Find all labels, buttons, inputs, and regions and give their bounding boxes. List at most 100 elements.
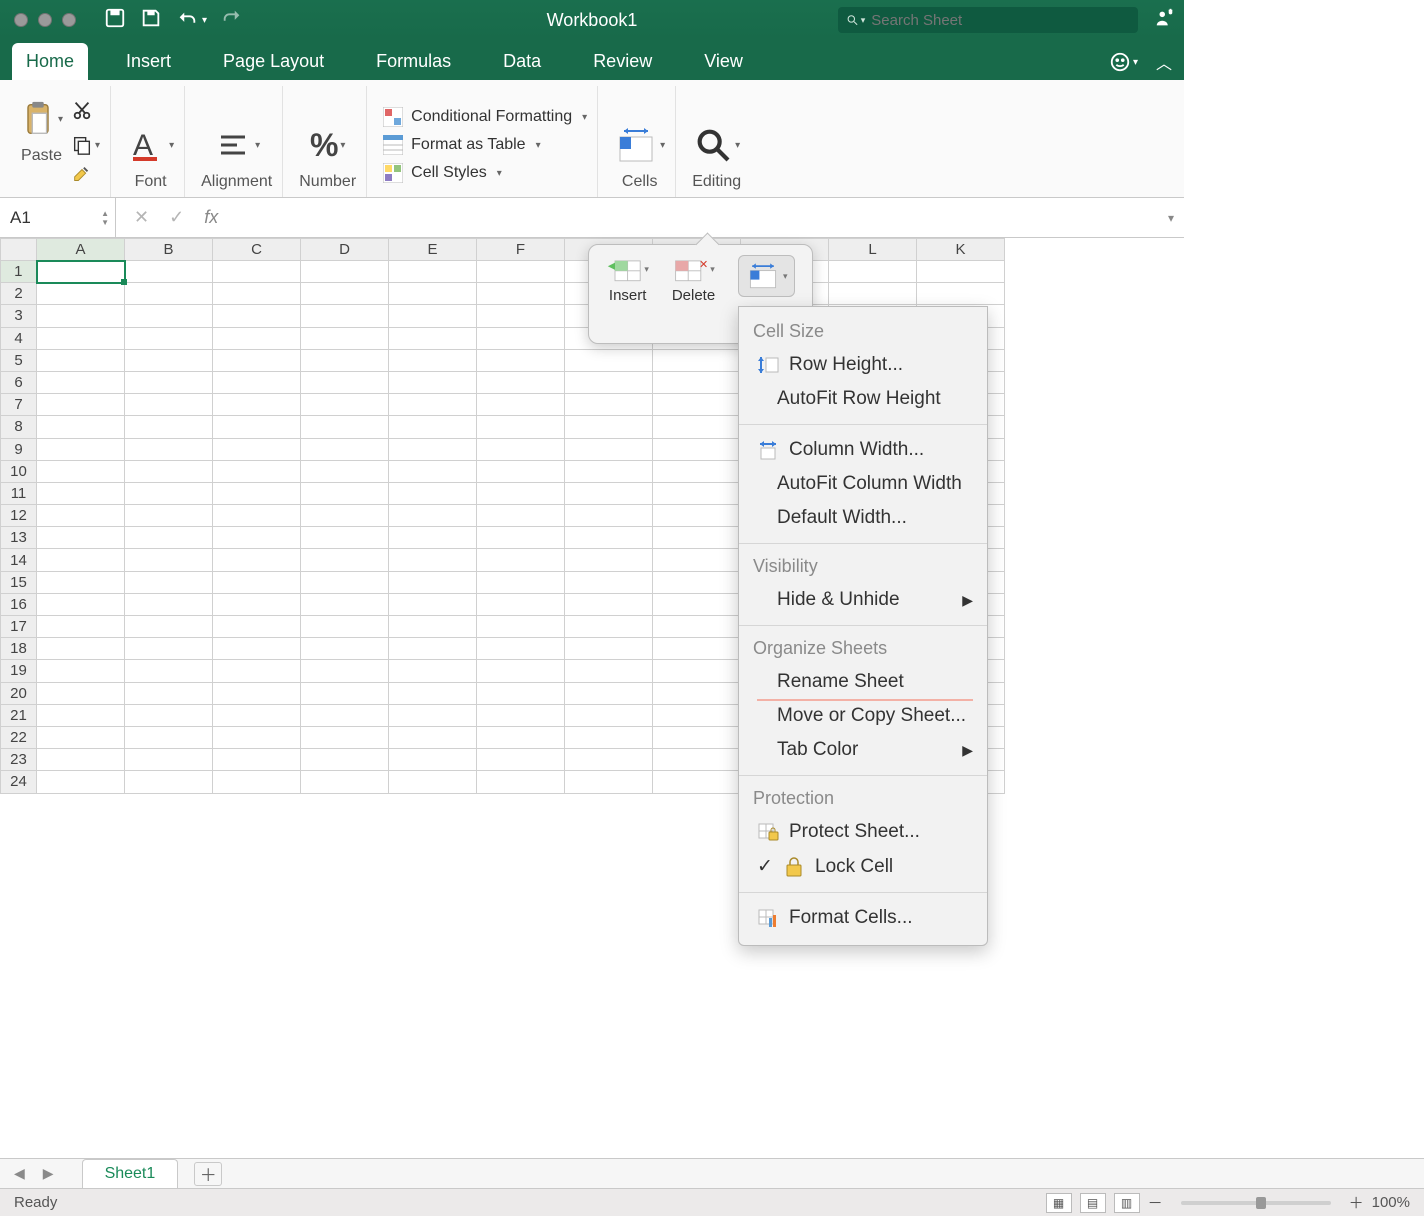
menu-default-width[interactable]: Default Width...	[739, 501, 987, 535]
cell[interactable]	[477, 261, 565, 283]
cell-styles-button[interactable]: Cell Styles▾	[383, 163, 587, 183]
delete-cells-button[interactable]: ✕▾ Delete	[672, 255, 715, 304]
cell[interactable]	[565, 749, 653, 771]
cell[interactable]	[213, 771, 301, 793]
cell[interactable]	[213, 460, 301, 482]
cell[interactable]	[125, 593, 213, 615]
cell[interactable]	[125, 482, 213, 504]
cell[interactable]	[125, 327, 213, 349]
cell[interactable]	[389, 416, 477, 438]
cell[interactable]	[125, 749, 213, 771]
zoom-out-button[interactable]: －	[1148, 1192, 1163, 1213]
cell[interactable]	[301, 482, 389, 504]
cell[interactable]	[565, 527, 653, 549]
menu-autofit-column-width[interactable]: AutoFit Column Width	[739, 467, 987, 501]
cell[interactable]	[37, 460, 125, 482]
cell[interactable]	[37, 527, 125, 549]
cell[interactable]	[653, 527, 741, 549]
cell[interactable]	[125, 283, 213, 305]
cell[interactable]	[477, 416, 565, 438]
row-header[interactable]: 7	[1, 394, 37, 416]
cell[interactable]	[565, 771, 653, 793]
cell[interactable]	[477, 660, 565, 682]
cell[interactable]	[37, 704, 125, 726]
tab-view[interactable]: View	[690, 43, 757, 80]
row-header[interactable]: 11	[1, 482, 37, 504]
cell[interactable]	[565, 704, 653, 726]
cell[interactable]	[301, 371, 389, 393]
row-header[interactable]: 18	[1, 638, 37, 660]
cell[interactable]	[565, 549, 653, 571]
cell[interactable]	[565, 571, 653, 593]
cell[interactable]	[477, 571, 565, 593]
cell[interactable]	[389, 660, 477, 682]
cell[interactable]	[213, 527, 301, 549]
row-header[interactable]: 24	[1, 771, 37, 793]
cell[interactable]	[37, 394, 125, 416]
cell[interactable]	[301, 438, 389, 460]
cell[interactable]	[301, 527, 389, 549]
row-header[interactable]: 8	[1, 416, 37, 438]
row-header[interactable]: 19	[1, 660, 37, 682]
cell[interactable]	[477, 371, 565, 393]
cell[interactable]	[653, 416, 741, 438]
cell[interactable]	[565, 638, 653, 660]
cell[interactable]	[37, 438, 125, 460]
cell[interactable]	[37, 349, 125, 371]
cell[interactable]	[389, 549, 477, 571]
redo-icon[interactable]	[221, 7, 243, 34]
cell[interactable]	[389, 283, 477, 305]
cell[interactable]	[37, 482, 125, 504]
cell[interactable]	[37, 638, 125, 660]
cell[interactable]	[213, 261, 301, 283]
cell[interactable]	[477, 349, 565, 371]
row-header[interactable]: 15	[1, 571, 37, 593]
font-button[interactable]: A▾ Font	[127, 123, 174, 191]
cell[interactable]	[477, 505, 565, 527]
cell[interactable]	[301, 305, 389, 327]
cell[interactable]	[477, 549, 565, 571]
cell[interactable]	[565, 616, 653, 638]
zoom-level[interactable]: 100%	[1372, 1194, 1410, 1211]
enter-formula-icon[interactable]: ✓	[169, 207, 184, 228]
tab-formulas[interactable]: Formulas	[362, 43, 465, 80]
cell[interactable]	[653, 616, 741, 638]
expand-formula-bar-icon[interactable]: ▾	[1168, 211, 1174, 225]
cell[interactable]	[477, 726, 565, 748]
cell[interactable]	[301, 682, 389, 704]
format-cells-dropdown-button[interactable]: ▾	[738, 255, 795, 297]
cell[interactable]	[125, 682, 213, 704]
cancel-formula-icon[interactable]: ✕	[134, 207, 149, 228]
cell[interactable]	[37, 283, 125, 305]
sheet-nav-next[interactable]: ▶	[39, 1165, 58, 1182]
cell[interactable]	[125, 616, 213, 638]
row-header[interactable]: 20	[1, 682, 37, 704]
cell[interactable]	[37, 660, 125, 682]
copy-icon[interactable]: ▾	[71, 134, 100, 156]
tab-insert[interactable]: Insert	[112, 43, 185, 80]
feedback-icon[interactable]: ▾	[1109, 51, 1138, 73]
cell[interactable]	[477, 305, 565, 327]
cell[interactable]	[389, 638, 477, 660]
cell[interactable]	[125, 416, 213, 438]
cell[interactable]	[301, 616, 389, 638]
tab-review[interactable]: Review	[579, 43, 666, 80]
row-header[interactable]: 3	[1, 305, 37, 327]
search-sheet[interactable]: ▾	[838, 7, 1138, 33]
cell[interactable]	[37, 549, 125, 571]
zoom-slider[interactable]	[1181, 1201, 1331, 1205]
view-page-layout-icon[interactable]: ▤	[1080, 1193, 1106, 1213]
collapse-ribbon-icon[interactable]: ︿	[1156, 50, 1172, 74]
cell[interactable]	[565, 460, 653, 482]
cell[interactable]	[301, 749, 389, 771]
cell[interactable]	[213, 682, 301, 704]
column-header[interactable]: E	[389, 239, 477, 261]
cell[interactable]	[653, 660, 741, 682]
search-input[interactable]	[871, 12, 1130, 29]
cell[interactable]	[125, 394, 213, 416]
cell[interactable]	[37, 749, 125, 771]
column-header[interactable]: K	[917, 239, 1005, 261]
sheet-tab[interactable]: Sheet1	[82, 1159, 179, 1188]
add-sheet-button[interactable]: ＋	[194, 1162, 222, 1186]
cell[interactable]	[301, 261, 389, 283]
